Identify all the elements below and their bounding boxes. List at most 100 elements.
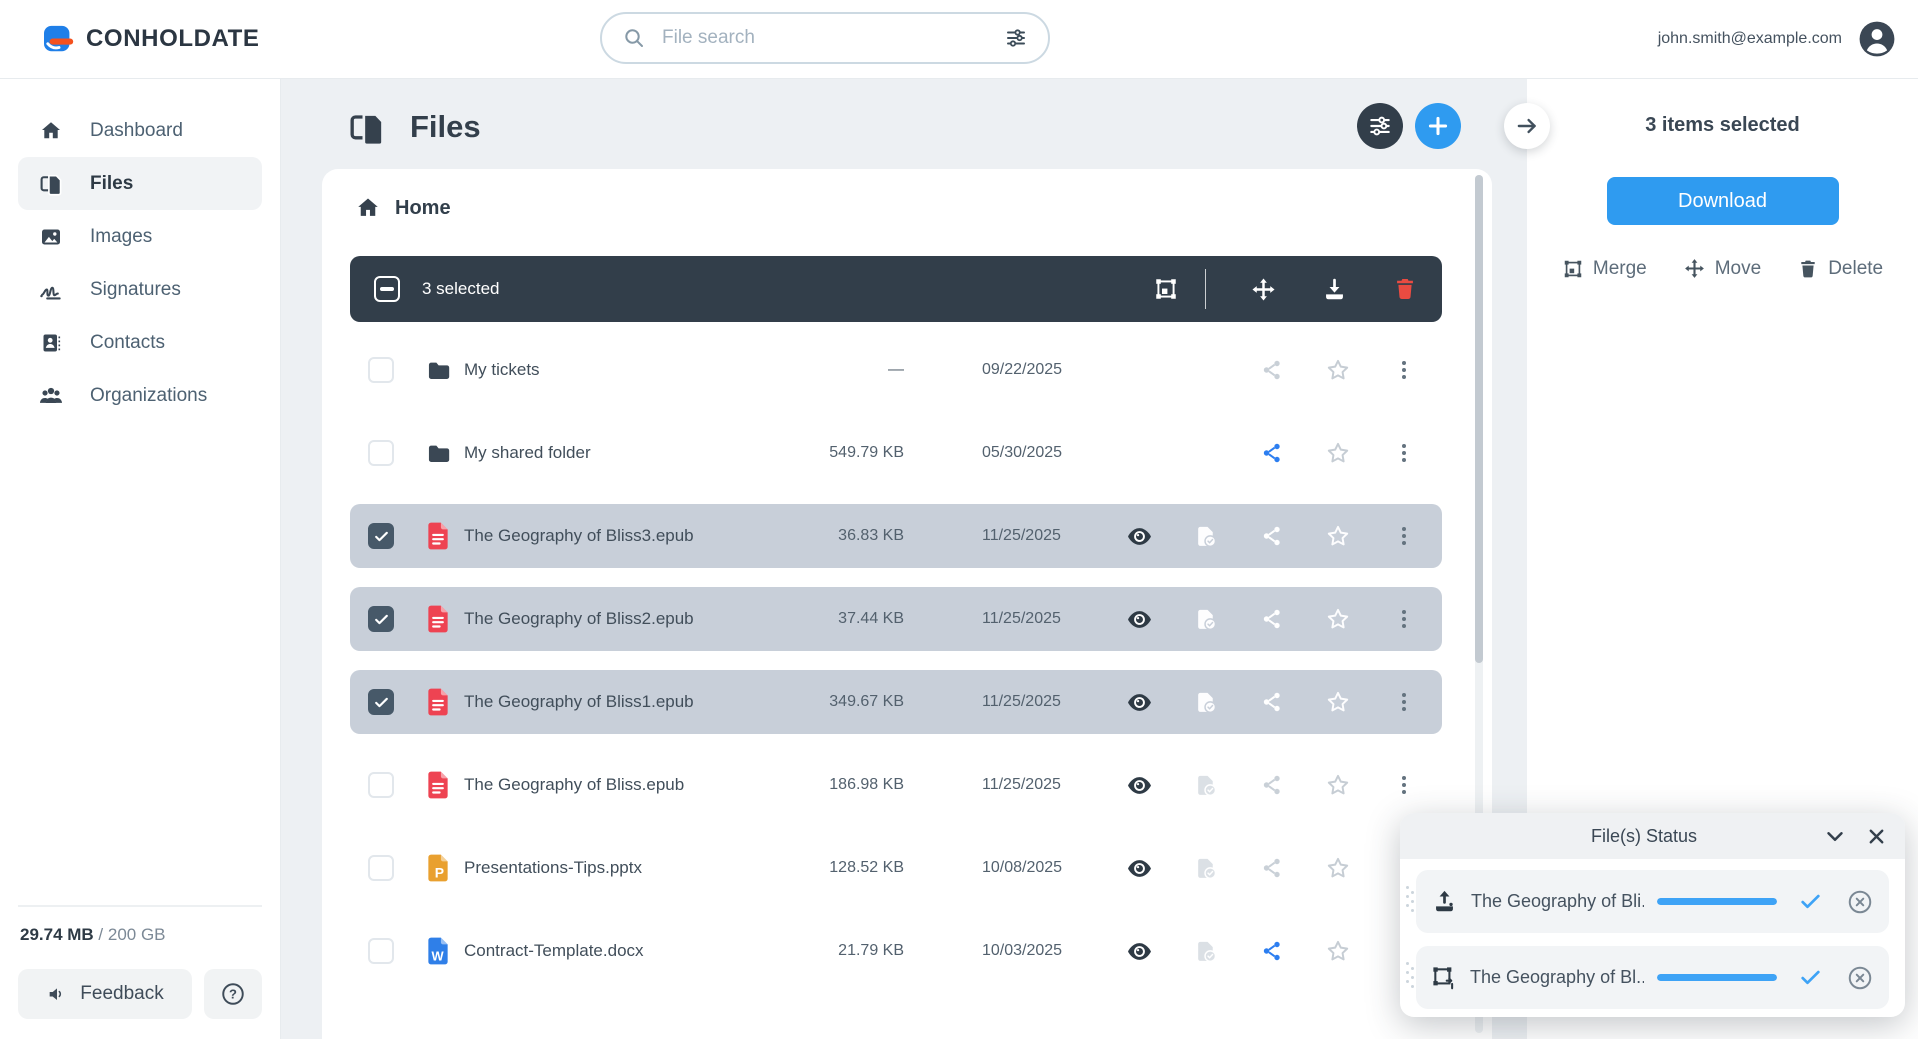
row-checkbox[interactable] [368, 689, 394, 715]
row-checkbox[interactable] [368, 855, 394, 881]
favorite-button[interactable] [1325, 855, 1351, 881]
status-minimize-button[interactable] [1822, 823, 1848, 849]
sidebar-item-files[interactable]: Files [18, 157, 262, 210]
row-checkbox[interactable] [368, 938, 394, 964]
files-title-icon [348, 107, 388, 147]
share-button[interactable] [1260, 773, 1284, 797]
preview-button[interactable] [1126, 606, 1153, 633]
file-row[interactable]: The Geography of Bliss3.epub36.83 KB11/2… [350, 504, 1442, 568]
user-account[interactable]: john.smith@example.com [1658, 0, 1896, 78]
row-checkbox[interactable] [368, 772, 394, 798]
preview-button[interactable] [1126, 523, 1153, 550]
file-check-button[interactable] [1194, 607, 1219, 632]
favorite-button[interactable] [1325, 772, 1351, 798]
preview-button[interactable] [1126, 938, 1153, 965]
sidebar-item-dashboard[interactable]: Dashboard [18, 104, 262, 157]
favorite-button[interactable] [1325, 523, 1351, 549]
panel-move-button[interactable]: Move [1683, 257, 1761, 280]
feedback-button[interactable]: Feedback [18, 969, 192, 1019]
more-options-button[interactable] [1392, 607, 1416, 631]
feedback-label: Feedback [80, 983, 163, 1005]
file-row[interactable]: WContract-Template.docx21.79 KB10/03/202… [350, 919, 1442, 983]
chevron-down-icon [1822, 823, 1848, 849]
progress-bar [1657, 974, 1777, 981]
row-checkbox[interactable] [368, 357, 394, 383]
file-type-icon-epub [426, 687, 450, 717]
more-options-button[interactable] [1392, 690, 1416, 714]
more-options-button[interactable] [1392, 441, 1416, 465]
cancel-item-button[interactable] [1846, 964, 1874, 992]
file-type-icon-epub [426, 521, 450, 551]
row-checkbox[interactable] [368, 440, 394, 466]
share-button[interactable] [1260, 856, 1284, 880]
sidebar-item-label: Images [90, 226, 152, 248]
status-close-button[interactable] [1864, 824, 1889, 849]
brand-logo[interactable]: CONHOLDATE [44, 0, 260, 78]
file-name: Contract-Template.docx [464, 941, 794, 961]
file-row[interactable]: PPresentations-Tips.pptx128.52 KB10/08/2… [350, 836, 1442, 900]
file-check-button[interactable] [1194, 856, 1219, 881]
status-panel-title: File(s) Status [1482, 826, 1806, 847]
search-filter-icon[interactable] [1004, 26, 1028, 50]
sidebar-item-contacts[interactable]: Contacts [18, 316, 262, 369]
scrollbar-thumb[interactable] [1475, 175, 1483, 663]
cancel-item-button[interactable] [1846, 888, 1874, 916]
file-check-button[interactable] [1194, 690, 1219, 715]
move-button[interactable] [1250, 276, 1277, 303]
favorite-button[interactable] [1325, 938, 1351, 964]
panel-download-button[interactable]: Download [1607, 177, 1839, 225]
share-button[interactable] [1260, 939, 1284, 963]
sidebar-item-signatures[interactable]: Signatures [18, 263, 262, 316]
share-button[interactable] [1260, 358, 1284, 382]
preview-button[interactable] [1126, 772, 1153, 799]
help-button[interactable]: ? [204, 969, 262, 1019]
row-actions [1124, 357, 1424, 384]
file-check-button[interactable] [1194, 773, 1219, 798]
download-button[interactable] [1321, 276, 1348, 303]
more-options-button[interactable] [1392, 773, 1416, 797]
share-button[interactable] [1260, 524, 1284, 548]
file-row[interactable]: The Geography of Bliss.epub186.98 KB11/2… [350, 753, 1442, 817]
move-icon [1683, 257, 1706, 280]
panel-delete-button[interactable]: Delete [1797, 257, 1883, 280]
favorite-button[interactable] [1325, 606, 1351, 632]
merge-frame-icon [1562, 258, 1584, 280]
file-size: 36.83 KB [794, 527, 904, 545]
preview-button[interactable] [1126, 689, 1153, 716]
merge-button[interactable] [1153, 276, 1179, 302]
file-date: 10/08/2025 [974, 859, 1124, 877]
delete-button[interactable] [1392, 276, 1418, 302]
collapse-panel-button[interactable] [1504, 103, 1550, 149]
select-all-checkbox[interactable] [374, 276, 400, 302]
more-options-button[interactable] [1392, 358, 1416, 382]
preview-button[interactable] [1126, 855, 1153, 882]
panel-merge-button[interactable]: Merge [1562, 257, 1647, 280]
sidebar-item-images[interactable]: Images [18, 210, 262, 263]
sidebar-item-organizations[interactable]: Organizations [18, 369, 262, 422]
favorite-button[interactable] [1325, 689, 1351, 715]
share-button[interactable] [1260, 690, 1284, 714]
file-row[interactable]: My tickets—09/22/2025 [350, 338, 1442, 402]
file-row[interactable]: My shared folder549.79 KB05/30/2025 [350, 421, 1442, 485]
selection-toolbar: 3 selected [350, 256, 1442, 322]
file-check-button[interactable] [1194, 524, 1219, 549]
list-filter-button[interactable] [1357, 103, 1403, 149]
row-checkbox[interactable] [368, 523, 394, 549]
avatar[interactable] [1858, 20, 1896, 58]
breadcrumb[interactable]: Home [355, 195, 451, 221]
file-size: 349.67 KB [794, 693, 904, 711]
panel-action-label: Merge [1593, 258, 1647, 280]
add-file-button[interactable] [1415, 103, 1461, 149]
file-row[interactable]: The Geography of Bliss1.epub349.67 KB11/… [350, 670, 1442, 734]
share-button[interactable] [1260, 607, 1284, 631]
more-options-button[interactable] [1392, 524, 1416, 548]
favorite-button[interactable] [1325, 440, 1351, 466]
file-status-panel: File(s) Status The Geography of Bli...Th… [1400, 813, 1905, 1017]
sidebar-nav: DashboardFiles Images SignaturesContactsOr… [0, 78, 280, 422]
row-checkbox[interactable] [368, 606, 394, 632]
favorite-button[interactable] [1325, 357, 1351, 383]
search-input[interactable] [660, 26, 990, 50]
file-row[interactable]: The Geography of Bliss2.epub37.44 KB11/2… [350, 587, 1442, 651]
share-button[interactable] [1260, 441, 1284, 465]
file-check-button[interactable] [1194, 939, 1219, 964]
